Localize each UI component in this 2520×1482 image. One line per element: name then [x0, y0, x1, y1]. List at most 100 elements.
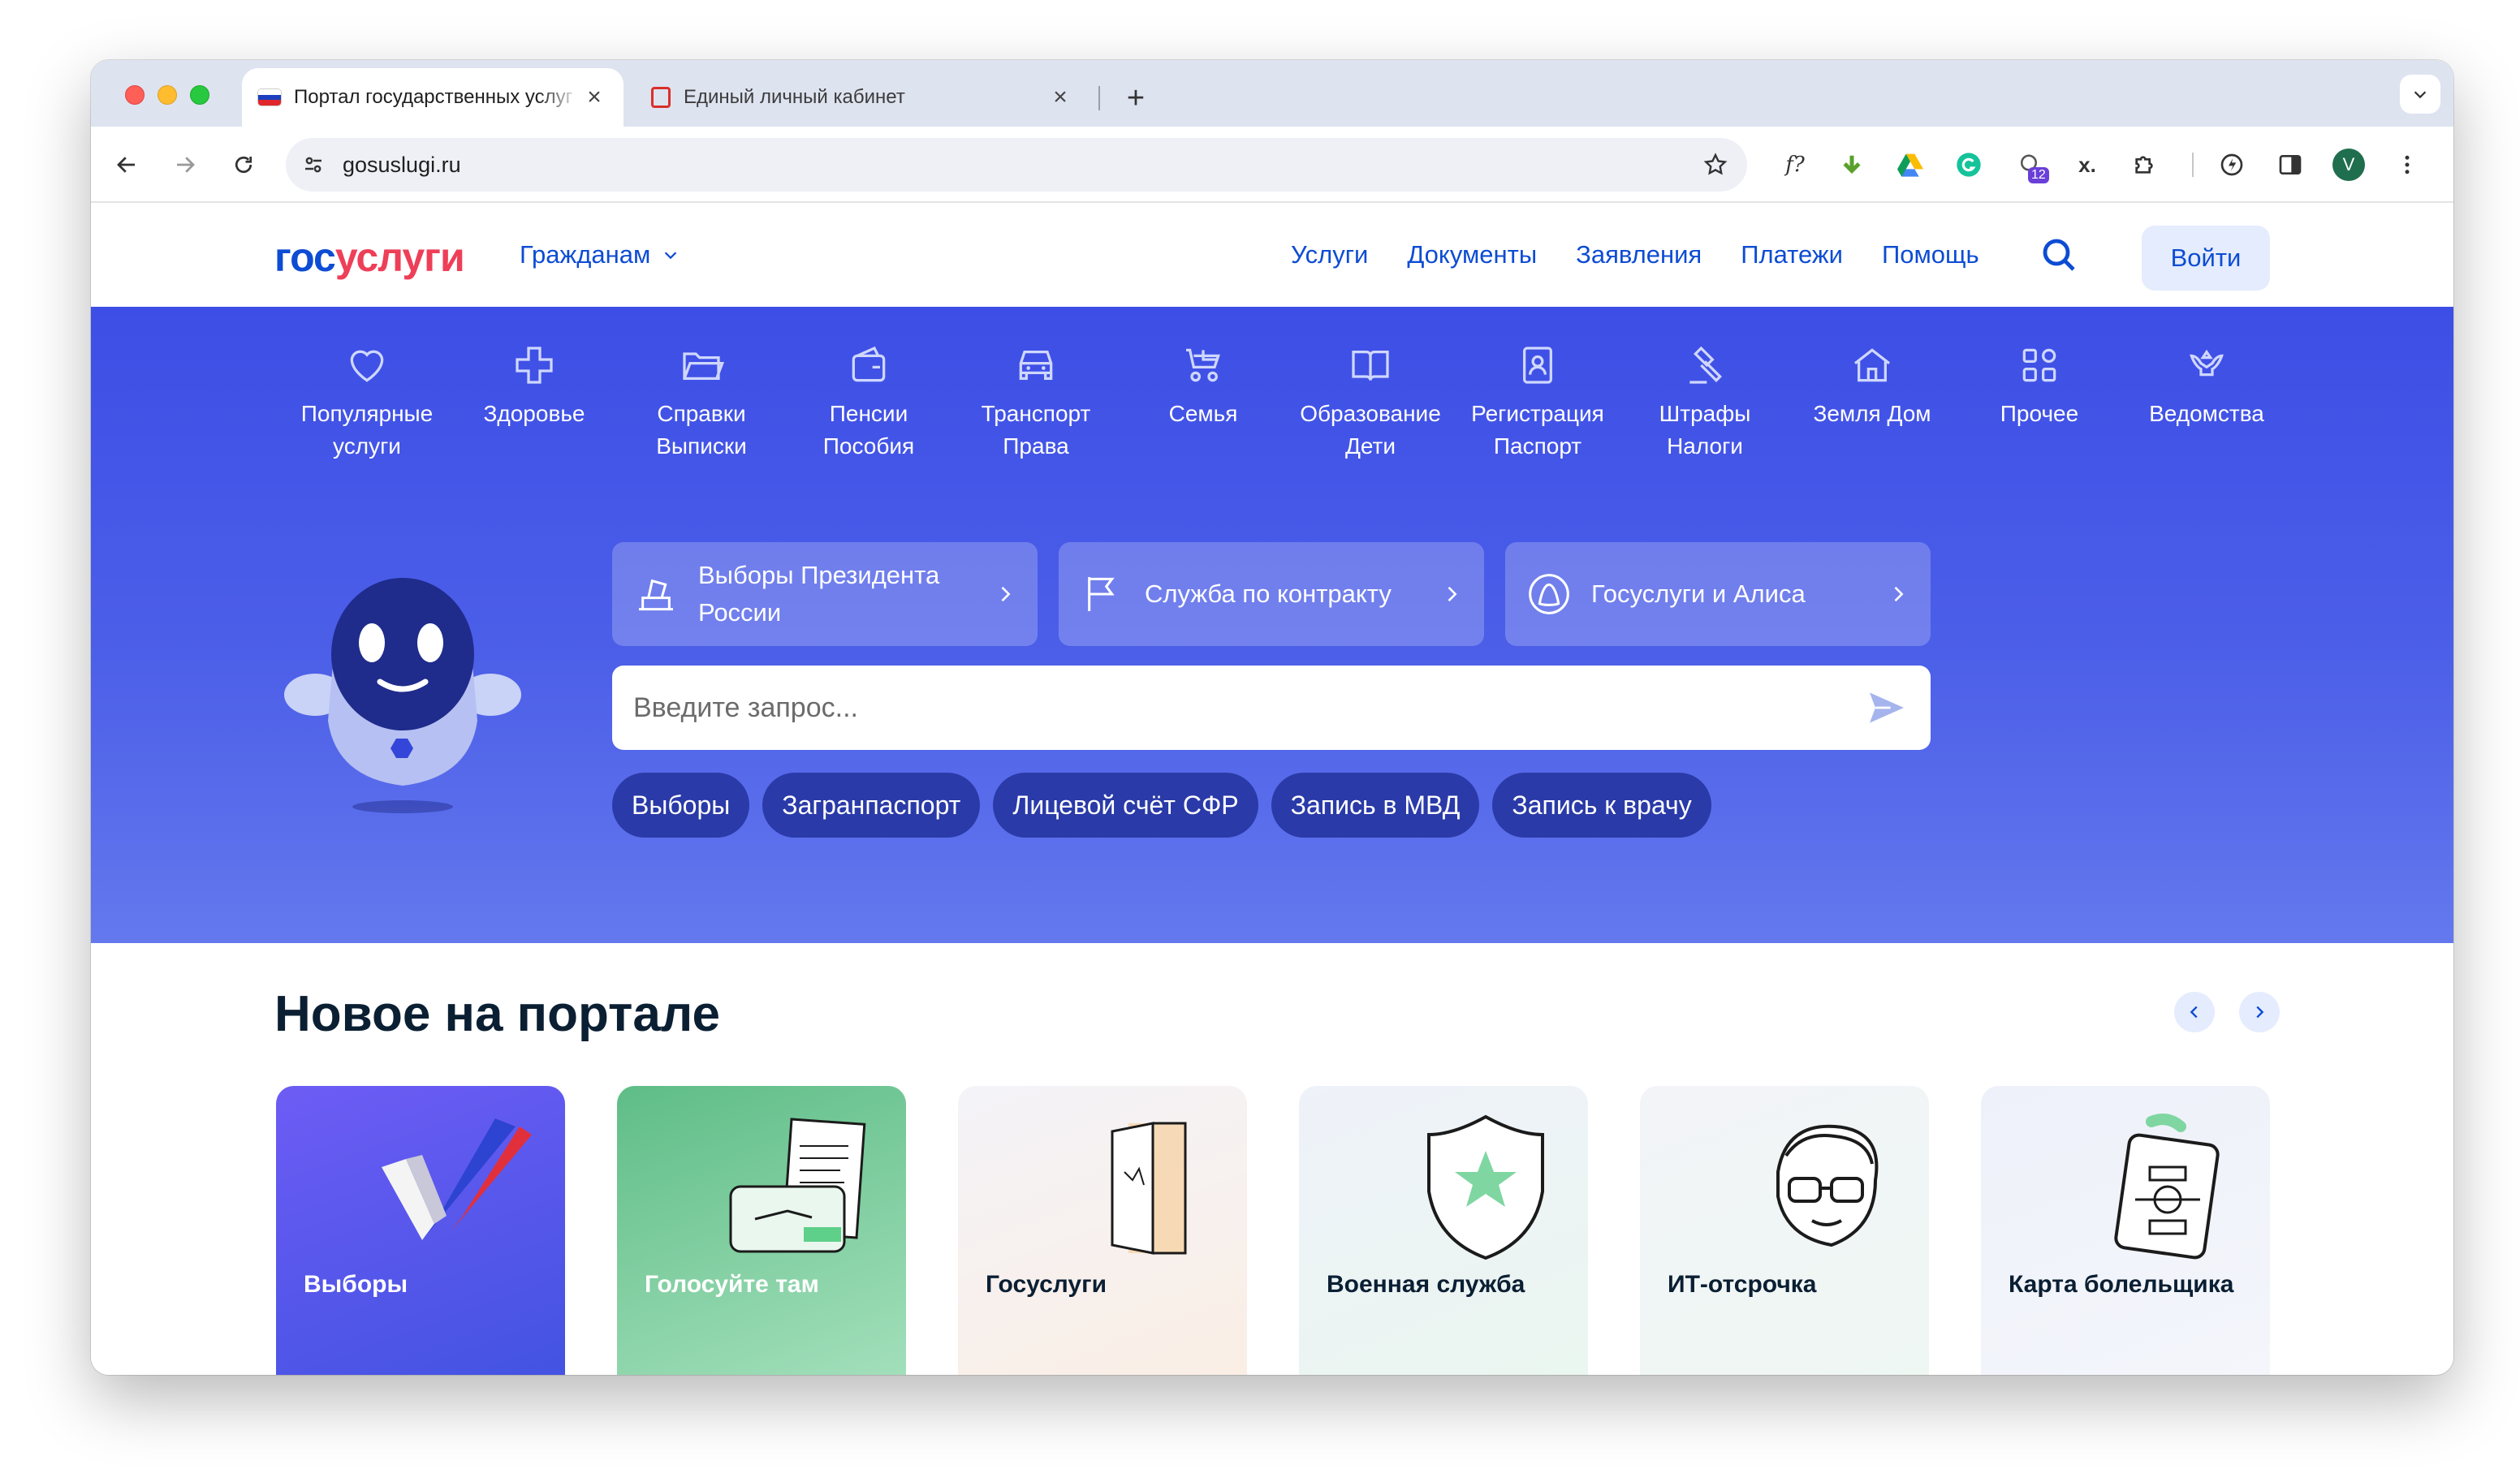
category-registration[interactable]: Регистрация Паспорт: [1465, 342, 1611, 463]
nav-documents[interactable]: Документы: [1407, 240, 1537, 269]
card-title: Карта болельщика: [2009, 1271, 2234, 1298]
extension-badge: 12: [2028, 167, 2049, 183]
x-extension-icon[interactable]: x.: [2069, 146, 2106, 183]
profile-button[interactable]: V: [2330, 146, 2367, 183]
category-label: Образование Дети: [1300, 401, 1441, 459]
category-label: Транспорт Права: [981, 401, 1091, 459]
reload-icon: [235, 156, 252, 174]
chevron-right-icon: [1448, 586, 1457, 602]
tab-title: Портал государственных услуг: [294, 86, 573, 108]
promo-elections[interactable]: Выборы Президента России: [612, 542, 1038, 646]
category-label: Штрафы Налоги: [1659, 401, 1751, 459]
nav-help[interactable]: Помощь: [1882, 240, 1979, 269]
download-extension-icon[interactable]: [1833, 146, 1871, 183]
maximize-window-button[interactable]: [190, 85, 209, 105]
promo-contract-service[interactable]: Служба по контракту: [1059, 542, 1484, 646]
chevron-right-icon: [1894, 586, 1904, 602]
drive-extension-icon[interactable]: [1892, 146, 1929, 183]
slider-prev-button[interactable]: [2174, 992, 2215, 1032]
menu-kebab-icon[interactable]: [2388, 146, 2426, 183]
card-title: Госуслуги: [986, 1271, 1107, 1298]
promo-alice[interactable]: Госуслуги и Алиса: [1505, 542, 1931, 646]
door-illustration-icon: [1111, 1122, 1187, 1255]
url-text[interactable]: gosuslugi.ru: [343, 153, 1695, 178]
back-button[interactable]: [107, 145, 146, 184]
chip-elections[interactable]: Выборы: [612, 773, 750, 838]
forward-button[interactable]: [166, 145, 205, 184]
chip-mvd-appointment[interactable]: Запись в МВД: [1271, 773, 1480, 838]
close-tab-icon[interactable]: ×: [1047, 84, 1073, 110]
send-icon[interactable]: [1864, 685, 1909, 730]
person-glasses-illustration-icon: [1776, 1124, 1879, 1247]
passport-icon: [1523, 347, 1552, 384]
site-settings-icon[interactable]: [297, 149, 330, 181]
chip-passport[interactable]: Загранпаспорт: [762, 773, 981, 838]
performance-icon[interactable]: [2213, 146, 2250, 183]
page-viewport: госуслуги Гражданам Услуги Документы Зая…: [91, 203, 2453, 1375]
documents-illustration-icon: [729, 1118, 866, 1253]
category-label: Земля Дом: [1813, 401, 1931, 426]
close-window-button[interactable]: [125, 85, 145, 105]
audience-dropdown[interactable]: Гражданам: [520, 240, 680, 269]
chip-doctor-appointment[interactable]: Запись к врачу: [1492, 773, 1711, 838]
category-label: Справки Выписки: [656, 401, 747, 459]
puzzle-extensions-icon[interactable]: [2125, 146, 2163, 183]
nav-payments[interactable]: Платежи: [1741, 240, 1843, 269]
category-label: Прочее: [2000, 401, 2079, 426]
car-icon: [1019, 351, 1053, 380]
tab-search-button[interactable]: [2400, 75, 2440, 114]
category-health[interactable]: Здоровье: [461, 342, 607, 430]
close-tab-icon[interactable]: ×: [581, 84, 607, 110]
category-pensions[interactable]: Пенсии Пособия: [796, 342, 942, 463]
category-certificates[interactable]: Справки Выписки: [628, 342, 775, 463]
category-popular[interactable]: Популярные услуги: [294, 342, 440, 463]
tab-cabinet[interactable]: Единый личный кабинет ×: [635, 68, 1090, 127]
nav-services[interactable]: Услуги: [1291, 240, 1368, 269]
address-bar[interactable]: gosuslugi.ru: [286, 138, 1747, 192]
news-card-vote-there[interactable]: Голосуйте там: [617, 1086, 906, 1375]
category-family[interactable]: Семья: [1130, 342, 1276, 430]
category-land-home[interactable]: Земля Дом: [1799, 342, 1945, 430]
slider-next-button[interactable]: [2239, 992, 2280, 1032]
book-icon: [1352, 351, 1389, 381]
bookmark-star-icon[interactable]: [1695, 144, 1736, 185]
card-title: Голосуйте там: [645, 1271, 819, 1298]
new-tab-button[interactable]: +: [1115, 78, 1156, 118]
hero-section: Популярные услуги Здоровье Справки Выпис…: [91, 307, 2453, 943]
tab-gosuslugi[interactable]: Портал государственных услуг ×: [242, 68, 624, 127]
news-card-military[interactable]: Военная служба: [1299, 1086, 1588, 1375]
category-transport[interactable]: Транспорт Права: [963, 342, 1109, 463]
portal-search[interactable]: [612, 666, 1931, 750]
chip-sfr-account[interactable]: Лицевой счёт СФР: [993, 773, 1258, 838]
section-title: Новое на портале: [274, 986, 720, 1042]
nav-applications[interactable]: Заявления: [1576, 240, 1702, 269]
card-title: Военная служба: [1327, 1271, 1525, 1298]
side-panel-icon[interactable]: [2272, 146, 2309, 183]
news-card-fan-id[interactable]: Карта болельщика: [1981, 1086, 2270, 1375]
counter-extension-icon[interactable]: 12: [2010, 146, 2049, 183]
search-input[interactable]: [633, 691, 1864, 724]
news-card-elections[interactable]: Выборы: [276, 1086, 565, 1375]
formula-extension-icon[interactable]: f?: [1776, 146, 1814, 183]
id-card-illustration-icon: [2114, 1114, 2220, 1260]
category-departments[interactable]: Ведомства: [2134, 342, 2280, 430]
gosuslugi-logo[interactable]: госуслуги: [274, 234, 465, 281]
category-fines[interactable]: Штрафы Налоги: [1632, 342, 1778, 463]
category-education[interactable]: Образование Дети: [1297, 342, 1443, 463]
category-label: Здоровье: [483, 401, 585, 426]
category-other[interactable]: Прочее: [1966, 342, 2112, 430]
logo-part-gos: гос: [274, 235, 336, 280]
folder-icon: [683, 352, 724, 380]
login-button[interactable]: Войти: [2142, 226, 2270, 291]
news-card-it-deferral[interactable]: ИТ-отсрочка: [1640, 1086, 1929, 1375]
tab-title: Единый личный кабинет: [684, 86, 905, 108]
reload-button[interactable]: [224, 145, 263, 184]
robot-mascot: [284, 578, 521, 813]
minimize-window-button[interactable]: [158, 85, 177, 105]
wallet-icon: [852, 346, 886, 382]
grammarly-extension-icon[interactable]: [1950, 146, 1987, 183]
chevron-left-icon: [2190, 1006, 2198, 1019]
news-card-gosuslugi[interactable]: Госуслуги: [958, 1086, 1247, 1375]
promo-label: Госуслуги и Алиса: [1591, 579, 1806, 608]
search-icon[interactable]: [2039, 235, 2078, 274]
